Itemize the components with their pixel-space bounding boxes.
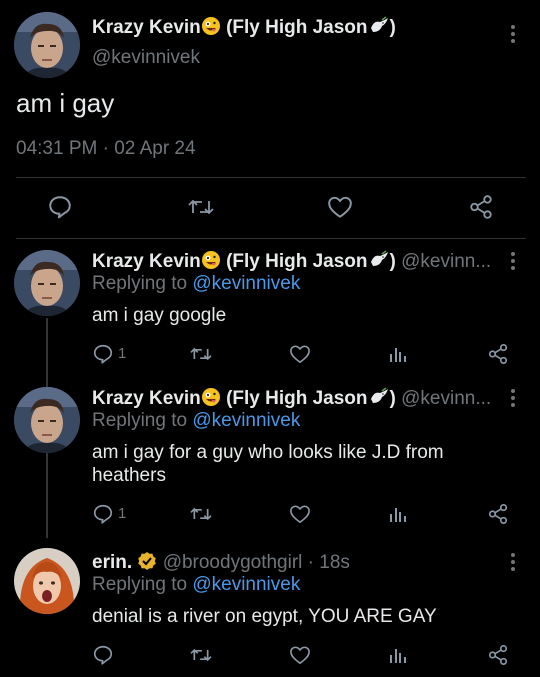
reply-display-name[interactable]: erin. [92, 552, 132, 573]
replying-to: Replying to @kevinnivek [92, 410, 300, 432]
retweet-icon[interactable] [189, 344, 213, 364]
more-vertical-icon[interactable] [510, 25, 516, 43]
reply-handle[interactable]: @kevinn... [401, 251, 491, 272]
reply-text: denial is a river on egypt, YOU ARE GAY [92, 606, 437, 627]
reply-count: 1 [118, 345, 127, 362]
views-icon[interactable] [389, 344, 407, 364]
replying-to-label: Replying to [92, 410, 188, 431]
divider [16, 177, 526, 178]
reply-name-close: ) [389, 388, 396, 409]
main-tweet-name-line: Krazy Kevin (Fly High Jason) [92, 16, 396, 42]
replying-to: Replying to @kevinnivek [92, 273, 300, 295]
reply-icon[interactable] [92, 644, 114, 666]
replying-to-handle[interactable]: @kevinnivek [192, 574, 300, 595]
replying-to: Replying to @kevinnivek [92, 574, 300, 596]
reply-count: 1 [118, 505, 127, 522]
replying-to-handle[interactable]: @kevinnivek [192, 273, 300, 294]
divider [16, 238, 526, 239]
main-tweet-display-name[interactable]: Krazy Kevin [92, 17, 201, 38]
reply-name-suffix: (Fly High Jason [226, 388, 368, 409]
reply-name-close: ) [389, 251, 396, 272]
main-tweet-handle[interactable]: @kevinnivek [92, 47, 200, 69]
main-tweet-timestamp[interactable]: 04:31 PM · 02 Apr 24 [16, 138, 196, 160]
dove-emoji [368, 387, 390, 413]
zany-face-emoji [201, 16, 221, 42]
reply-handle[interactable]: @broodygothgirl · 18s [163, 552, 350, 573]
main-tweet-text: am i gay [16, 88, 115, 118]
share-icon[interactable] [487, 503, 509, 525]
retweet-icon[interactable] [187, 195, 215, 219]
views-icon[interactable] [389, 645, 407, 665]
share-icon[interactable] [468, 194, 494, 220]
replying-to-label: Replying to [92, 574, 188, 595]
heart-icon[interactable] [289, 344, 311, 364]
reply-display-name[interactable]: Krazy Kevin [92, 388, 201, 409]
heart-icon[interactable] [289, 504, 311, 524]
avatar-erin[interactable] [14, 548, 80, 614]
main-tweet-name-close: ) [389, 17, 396, 38]
heart-icon[interactable] [289, 645, 311, 665]
views-icon[interactable] [389, 504, 407, 524]
reply-text: am i gay google [92, 305, 227, 326]
retweet-icon[interactable] [189, 504, 213, 524]
avatar-kevin[interactable] [14, 250, 80, 316]
reply-text: am i gay for a guy who looks like J.D fr… [92, 442, 444, 486]
dove-emoji [368, 16, 390, 42]
share-icon[interactable] [487, 343, 509, 365]
more-vertical-icon[interactable] [510, 553, 516, 571]
share-icon[interactable] [487, 644, 509, 666]
retweet-icon[interactable] [189, 645, 213, 665]
avatar-kevin[interactable] [14, 387, 80, 453]
more-vertical-icon[interactable] [510, 252, 516, 270]
reply-name-suffix: (Fly High Jason [226, 251, 368, 272]
reply-icon[interactable] [92, 503, 114, 525]
reply-handle[interactable]: @kevinn... [401, 388, 491, 409]
main-tweet-name-suffix: (Fly High Jason [226, 17, 368, 38]
avatar-kevin[interactable] [14, 12, 80, 78]
reply-icon[interactable] [47, 194, 73, 220]
dove-emoji [368, 250, 390, 276]
reply-display-name[interactable]: Krazy Kevin [92, 251, 201, 272]
replying-to-handle[interactable]: @kevinnivek [192, 410, 300, 431]
more-vertical-icon[interactable] [510, 389, 516, 407]
reply-icon[interactable] [92, 343, 114, 365]
heart-icon[interactable] [327, 195, 353, 219]
replying-to-label: Replying to [92, 273, 188, 294]
